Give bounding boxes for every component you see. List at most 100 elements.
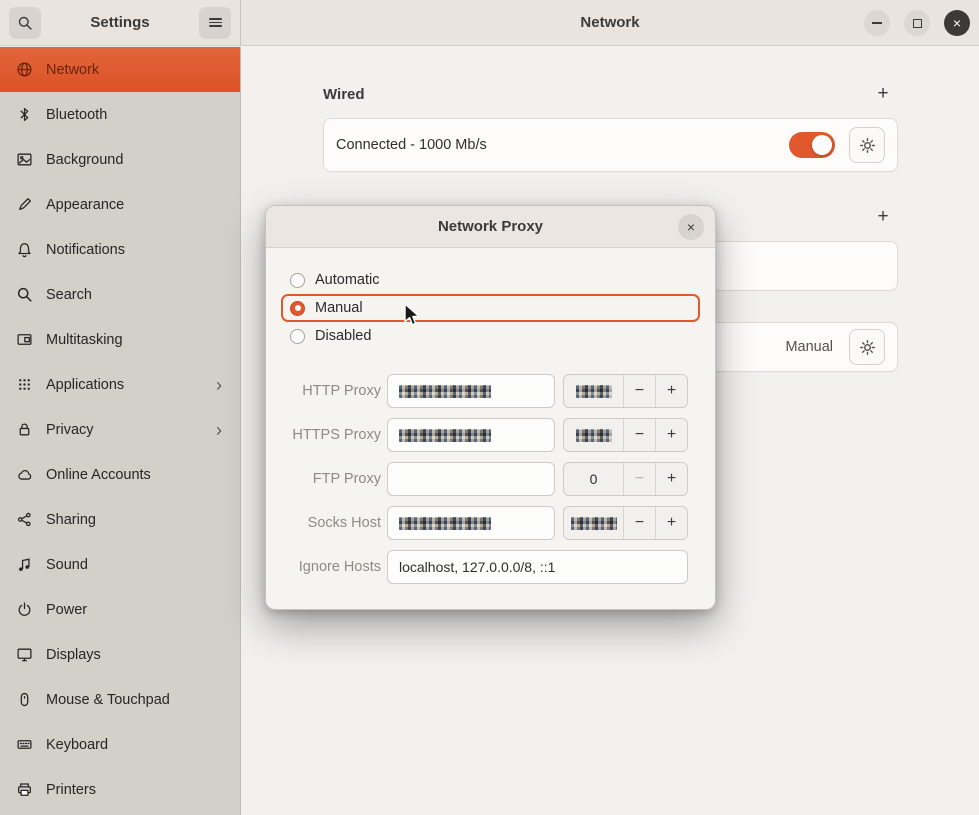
http-port-value[interactable]: [564, 375, 623, 407]
network-proxy-dialog: Network Proxy × Automatic Manual Disable…: [265, 205, 716, 610]
music-note-icon: [16, 556, 33, 573]
sidebar-item-bluetooth[interactable]: Bluetooth: [0, 92, 240, 137]
ignore-hosts-input[interactable]: localhost, 127.0.0.0/8, ::1: [387, 550, 688, 584]
minimize-button[interactable]: [864, 10, 890, 36]
ftp-port-increment-button[interactable]: +: [655, 463, 687, 495]
background-icon: [16, 151, 33, 168]
https-proxy-input[interactable]: [387, 418, 555, 452]
socks-port-spinner: − +: [563, 506, 688, 540]
dialog-close-button[interactable]: ×: [678, 214, 704, 240]
https-port-value[interactable]: [564, 419, 623, 451]
titlebar: Settings Network ×: [0, 0, 979, 46]
add-vpn-button[interactable]: +: [868, 203, 898, 231]
socks-port-value[interactable]: [564, 507, 623, 539]
http-proxy-label: HTTP Proxy: [281, 383, 381, 399]
proxy-option-disabled[interactable]: Disabled: [281, 322, 700, 350]
ignore-hosts-row: Ignore Hosts localhost, 127.0.0.0/8, ::1: [281, 550, 700, 584]
https-port-decrement-button[interactable]: −: [623, 419, 655, 451]
sidebar-item-search[interactable]: Search: [0, 272, 240, 317]
sidebar-item-mouse-touchpad[interactable]: Mouse & Touchpad: [0, 677, 240, 722]
dialog-header: Network Proxy ×: [266, 206, 715, 248]
socks-host-row: Socks Host − +: [281, 506, 700, 540]
chevron-right-icon: ›: [216, 421, 224, 439]
proxy-settings-button[interactable]: [849, 329, 885, 365]
socks-host-input[interactable]: [387, 506, 555, 540]
socks-port-increment-button[interactable]: +: [655, 507, 687, 539]
multitasking-icon: [16, 331, 33, 348]
bell-icon: [16, 241, 33, 258]
sidebar-item-sound[interactable]: Sound: [0, 542, 240, 587]
cloud-icon: [16, 466, 33, 483]
sidebar-item-background[interactable]: Background: [0, 137, 240, 182]
gear-icon: [859, 339, 876, 356]
gear-icon: [859, 137, 876, 154]
search-icon: [16, 286, 33, 303]
proxy-option-manual[interactable]: Manual: [281, 294, 700, 322]
redacted-value: [576, 429, 612, 442]
http-proxy-input[interactable]: [387, 374, 555, 408]
network-icon: [16, 61, 33, 78]
redacted-value: [399, 517, 491, 530]
proxy-mode-value: Manual: [785, 339, 833, 355]
redacted-value: [571, 517, 617, 530]
http-port-decrement-button[interactable]: −: [623, 375, 655, 407]
applications-grid-icon: [16, 376, 33, 393]
wired-toggle[interactable]: [789, 132, 835, 158]
wired-settings-button[interactable]: [849, 127, 885, 163]
chevron-right-icon: ›: [216, 376, 224, 394]
search-button[interactable]: [9, 7, 41, 39]
ftp-proxy-input[interactable]: [387, 462, 555, 496]
ftp-port-spinner: 0 − +: [563, 462, 688, 496]
http-proxy-row: HTTP Proxy − +: [281, 374, 700, 408]
wired-section-title: Wired: [323, 86, 365, 103]
ftp-port-value[interactable]: 0: [564, 463, 623, 495]
bluetooth-icon: [16, 106, 33, 123]
appearance-icon: [16, 196, 33, 213]
sidebar-item-sharing[interactable]: Sharing: [0, 497, 240, 542]
socks-port-decrement-button[interactable]: −: [623, 507, 655, 539]
radio-icon: [290, 329, 305, 344]
display-icon: [16, 646, 33, 663]
wired-connection-row: Connected - 1000 Mb/s: [324, 119, 897, 171]
https-port-increment-button[interactable]: +: [655, 419, 687, 451]
close-icon: ×: [687, 219, 695, 235]
sidebar-item-displays[interactable]: Displays: [0, 632, 240, 677]
maximize-button[interactable]: [904, 10, 930, 36]
hamburger-icon: [209, 16, 222, 29]
add-wired-button[interactable]: +: [868, 80, 898, 108]
http-port-spinner: − +: [563, 374, 688, 408]
sidebar-item-power[interactable]: Power: [0, 587, 240, 632]
sidebar-item-applications[interactable]: Applications ›: [0, 362, 240, 407]
sidebar-item-network[interactable]: Network: [0, 47, 240, 92]
menu-button[interactable]: [199, 7, 231, 39]
maximize-icon: [913, 19, 922, 28]
printer-icon: [16, 781, 33, 798]
https-proxy-label: HTTPS Proxy: [281, 427, 381, 443]
power-icon: [16, 601, 33, 618]
ftp-proxy-label: FTP Proxy: [281, 471, 381, 487]
close-button[interactable]: ×: [944, 10, 970, 36]
sidebar-item-printers[interactable]: Printers: [0, 767, 240, 812]
ftp-port-decrement-button[interactable]: −: [623, 463, 655, 495]
radio-icon: [290, 301, 305, 316]
minimize-icon: [872, 22, 882, 24]
radio-icon: [290, 273, 305, 288]
sidebar-item-multitasking[interactable]: Multitasking: [0, 317, 240, 362]
ftp-proxy-row: FTP Proxy 0 − +: [281, 462, 700, 496]
sidebar-item-privacy[interactable]: Privacy ›: [0, 407, 240, 452]
dialog-title: Network Proxy: [438, 218, 543, 235]
window-controls: ×: [864, 10, 970, 36]
main-headerbar: Network ×: [241, 0, 979, 45]
https-proxy-row: HTTPS Proxy − +: [281, 418, 700, 452]
dialog-body: Automatic Manual Disabled HTTP Proxy − +: [266, 248, 715, 609]
sidebar-item-appearance[interactable]: Appearance: [0, 182, 240, 227]
settings-window: Settings Network × Network Bluetooth Bac…: [0, 0, 979, 815]
sidebar-item-notifications[interactable]: Notifications: [0, 227, 240, 272]
redacted-value: [576, 385, 612, 398]
http-port-increment-button[interactable]: +: [655, 375, 687, 407]
proxy-option-automatic[interactable]: Automatic: [281, 266, 700, 294]
toggle-knob: [812, 135, 832, 155]
redacted-value: [399, 429, 491, 442]
sidebar-item-online-accounts[interactable]: Online Accounts: [0, 452, 240, 497]
sidebar-item-keyboard[interactable]: Keyboard: [0, 722, 240, 767]
